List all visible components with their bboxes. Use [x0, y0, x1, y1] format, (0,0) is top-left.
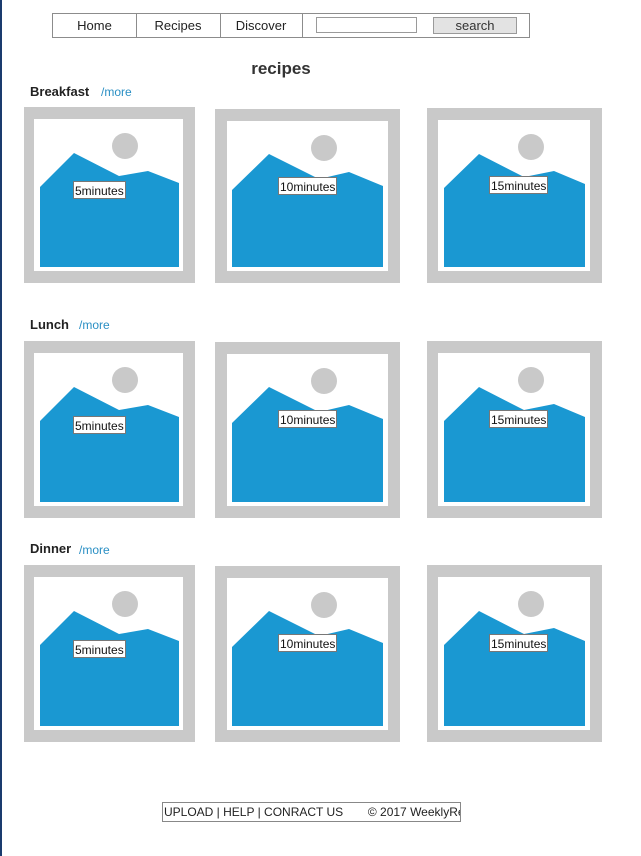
time-label: 5minutes [73, 640, 126, 658]
recipe-card[interactable]: 15minutes [427, 565, 602, 742]
section-title-breakfast: Breakfast [30, 84, 90, 99]
recipe-image-placeholder-icon [227, 354, 388, 506]
recipe-card[interactable]: 5minutes [24, 341, 195, 518]
recipe-card[interactable]: 5minutes [24, 565, 195, 742]
nav-bar: Home Recipes Discover search [52, 13, 530, 38]
section-title-dinner: Dinner [30, 541, 72, 556]
recipe-image-placeholder-icon [438, 353, 590, 506]
nav-discover[interactable]: Discover [220, 14, 303, 37]
search-button[interactable]: search [433, 17, 517, 34]
page-title: recipes [251, 59, 311, 78]
more-link-breakfast[interactable]: /more [101, 85, 132, 99]
time-label: 10minutes [278, 410, 338, 428]
recipe-image-placeholder-icon [438, 577, 590, 730]
recipe-card[interactable]: 10minutes [215, 109, 400, 283]
recipe-card[interactable]: 15minutes [427, 341, 602, 518]
recipe-image-placeholder-icon [227, 578, 388, 730]
time-label: 15minutes [489, 176, 549, 194]
footer-copyright: © 2017 WeeklyRe [367, 805, 461, 819]
recipe-card[interactable]: 10minutes [215, 566, 400, 742]
time-label: 10minutes [278, 177, 338, 195]
footer-links[interactable]: UPLOAD | HELP | CONRACT US [164, 805, 343, 819]
time-label: 10minutes [278, 634, 338, 652]
search-input[interactable] [316, 17, 417, 33]
time-label: 5minutes [73, 181, 126, 199]
time-label: 15minutes [489, 634, 549, 652]
nav-home[interactable]: Home [53, 14, 137, 37]
time-label: 5minutes [73, 416, 126, 434]
recipe-card[interactable]: 5minutes [24, 107, 195, 283]
recipe-image-placeholder-icon [438, 120, 590, 271]
section-title-lunch: Lunch [30, 317, 69, 332]
footer: UPLOAD | HELP | CONRACT US © 2017 Weekly… [162, 802, 461, 822]
recipe-card[interactable]: 10minutes [215, 342, 400, 518]
recipe-card[interactable]: 15minutes [427, 108, 602, 283]
recipe-image-placeholder-icon [227, 121, 388, 271]
time-label: 15minutes [489, 410, 549, 428]
more-link-lunch[interactable]: /more [79, 318, 110, 332]
more-link-dinner[interactable]: /more [79, 543, 110, 557]
nav-recipes[interactable]: Recipes [136, 14, 221, 37]
window-edge [0, 0, 2, 856]
